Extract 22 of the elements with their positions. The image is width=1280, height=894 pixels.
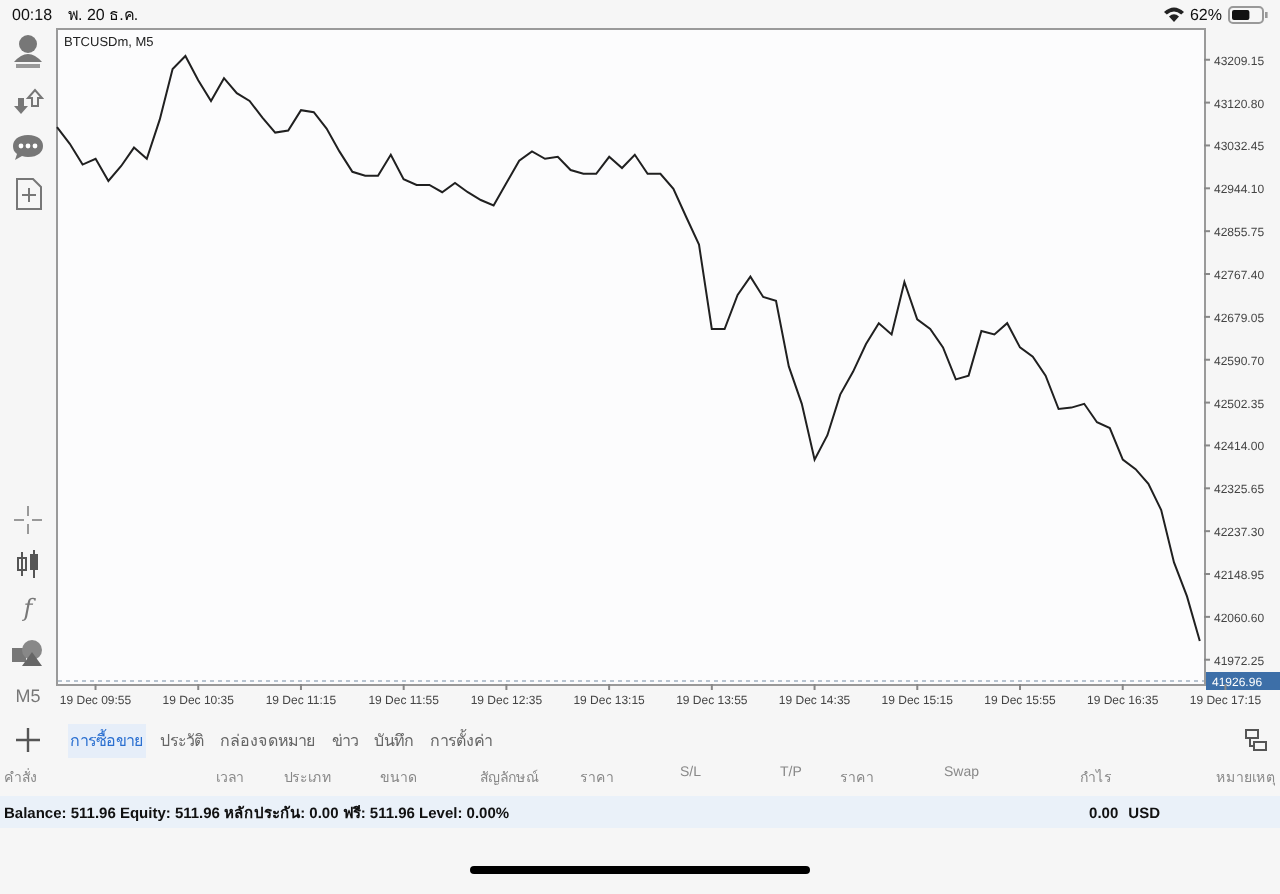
tab[interactable]: การซื้อขาย [68, 723, 146, 757]
tab[interactable]: บันทึก [372, 723, 416, 757]
chat-icon[interactable] [12, 134, 44, 162]
new-document-icon[interactable] [15, 178, 41, 210]
person-icon[interactable] [12, 34, 44, 70]
crosshair-icon[interactable] [14, 506, 42, 534]
candlestick-icon[interactable] [14, 550, 42, 578]
tab[interactable]: ประวัติ [158, 723, 206, 757]
date: พ. 20 ธ.ค. [68, 3, 139, 27]
clock: 00:18 [12, 5, 53, 23]
shapes-icon[interactable] [12, 638, 44, 666]
wifi-icon [1163, 6, 1184, 22]
tab[interactable]: การตั้งค่า [428, 723, 494, 757]
tab[interactable]: กล่องจดหมาย [218, 723, 318, 757]
timeframe-button[interactable]: M5 [15, 680, 41, 712]
transfer-arrows-icon[interactable] [12, 86, 44, 118]
battery-icon [1228, 5, 1268, 23]
tab[interactable]: ข่าว [330, 723, 360, 757]
layout-toggle-icon[interactable] [1244, 728, 1268, 752]
battery-percent: 62% [1189, 5, 1222, 23]
function-button[interactable]: f [23, 592, 33, 624]
add-icon[interactable] [16, 728, 40, 752]
